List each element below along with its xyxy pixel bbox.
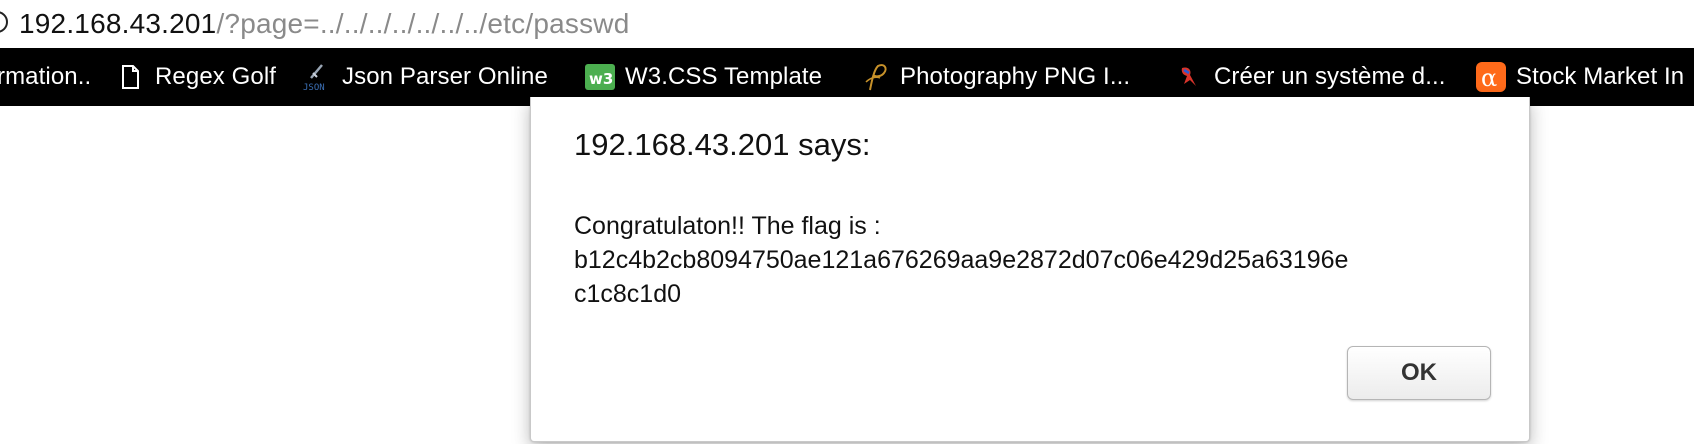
document-icon — [115, 62, 145, 92]
ok-button[interactable]: OK — [1347, 346, 1491, 400]
flag-value-line: c1c8c1d0 — [574, 280, 682, 308]
dialog-message: Congratulaton!! The flag is : b12c4b2cb8… — [574, 209, 1474, 311]
photography-p-icon — [860, 62, 890, 92]
bookmark-label: Créer un système d... — [1214, 63, 1446, 90]
bookmark-label: Regex Golf — [155, 63, 277, 90]
w3-icon: w3 — [585, 62, 615, 92]
dialog-message-line: Congratulaton!! The flag is : — [574, 212, 881, 240]
url-text[interactable]: 192.168.43.201/?page=../../../../../../.… — [19, 7, 629, 41]
url-path: /?page=../../../../../../../etc/passwd — [216, 8, 630, 39]
address-bar[interactable]: 192.168.43.201/?page=../../../../../../.… — [0, 0, 1694, 48]
bookmark-label: W3.CSS Template — [625, 63, 823, 90]
bookmark-label: rmation.. — [0, 63, 92, 90]
bookmark-label: Stock Market In — [1516, 63, 1685, 90]
bookmark-item-information[interactable]: rmation.. — [0, 48, 91, 106]
bookmark-item-json-parser[interactable]: JSON Json Parser Online — [302, 48, 548, 106]
bookmark-label: Photography PNG I... — [900, 63, 1131, 90]
alert-dialog: 192.168.43.201 says: Congratulaton!! The… — [530, 97, 1530, 442]
bookmark-item-regex-golf[interactable]: Regex Golf — [115, 48, 276, 106]
svg-text:α: α — [1481, 64, 1497, 92]
svg-text:w3: w3 — [589, 70, 613, 88]
bird-icon — [1174, 62, 1204, 92]
site-info-icon[interactable] — [0, 11, 8, 33]
alpha-icon: α — [1476, 62, 1506, 92]
svg-text:JSON: JSON — [303, 83, 325, 92]
json-icon: JSON — [302, 62, 332, 93]
bookmark-label: Json Parser Online — [342, 63, 548, 90]
url-host: 192.168.43.201 — [19, 8, 217, 39]
flag-value-line: b12c4b2cb8094750ae121a676269aa9e2872d07c… — [574, 246, 1349, 274]
dialog-title: 192.168.43.201 says: — [574, 127, 871, 162]
